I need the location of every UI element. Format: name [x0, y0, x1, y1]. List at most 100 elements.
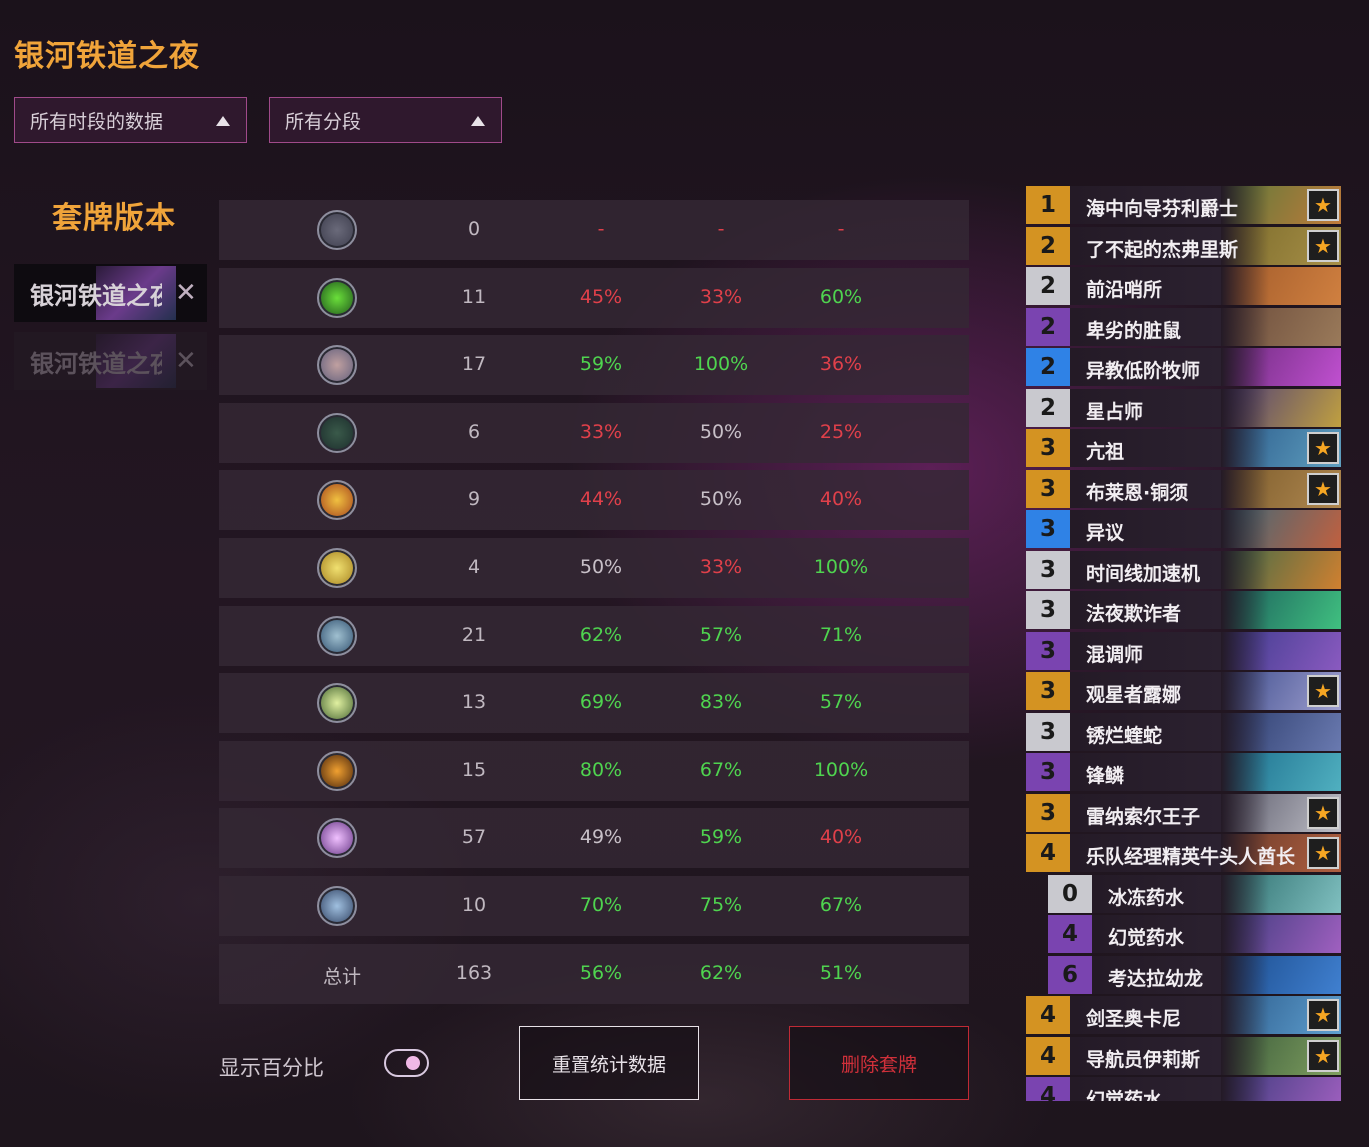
winrate-cell: 70%: [579, 894, 623, 916]
deck-card[interactable]: 0 冰冻药水: [1048, 875, 1341, 913]
card-body: 雷纳索尔王子 ★: [1070, 794, 1341, 832]
deck-card[interactable]: 3 布莱恩·铜须 ★: [1026, 470, 1341, 508]
card-name: 星占师: [1086, 401, 1144, 423]
table-row: 57 49% 59% 40%: [219, 808, 969, 868]
deck-card[interactable]: 3 锈烂蝰蛇: [1026, 713, 1341, 751]
deck-card[interactable]: 4 幻觉药水: [1026, 1077, 1341, 1101]
games-count: 21: [461, 624, 487, 646]
deck-card[interactable]: 3 观星者露娜 ★: [1026, 672, 1341, 710]
deck-card[interactable]: 3 亢祖 ★: [1026, 429, 1341, 467]
deck-card[interactable]: 3 锋鳞: [1026, 753, 1341, 791]
card-art: [1221, 510, 1341, 548]
star-icon: ★: [1307, 837, 1339, 869]
total-games-count: 163: [455, 962, 493, 984]
card-cost: 2: [1026, 227, 1070, 265]
rank-filter-dropdown[interactable]: 所有分段: [269, 97, 502, 143]
deck-card[interactable]: 1 海中向导芬利爵士 ★: [1026, 186, 1341, 224]
deck-card[interactable]: 3 时间线加速机: [1026, 551, 1341, 589]
card-art: [1221, 551, 1341, 589]
winrate-cell: -: [717, 218, 725, 240]
card-body: 布莱恩·铜须 ★: [1070, 470, 1341, 508]
card-body: 了不起的杰弗里斯 ★: [1070, 227, 1341, 265]
close-icon[interactable]: ✕: [175, 346, 197, 376]
card-art: [1221, 713, 1341, 751]
card-art: [1221, 389, 1341, 427]
deck-card[interactable]: 2 卑劣的脏鼠: [1026, 308, 1341, 346]
death-knight-class-icon: [317, 616, 357, 656]
deck-card[interactable]: 4 剑圣奥卡尼 ★: [1026, 996, 1341, 1034]
winrate-cell: 83%: [699, 691, 743, 713]
paladin-class-icon: [317, 548, 357, 588]
card-cost: 3: [1026, 672, 1070, 710]
winrate-cell: 45%: [579, 286, 623, 308]
card-name: 乐队经理精英牛头人酋长: [1086, 846, 1296, 868]
deck-card[interactable]: 3 异议: [1026, 510, 1341, 548]
card-body: 海中向导芬利爵士 ★: [1070, 186, 1341, 224]
card-art: [1221, 915, 1341, 953]
winrate-cell: -: [837, 218, 845, 240]
deck-card[interactable]: 2 星占师: [1026, 389, 1341, 427]
games-count: 57: [461, 826, 487, 848]
total-winrate-cell: 56%: [579, 962, 623, 984]
deck-card[interactable]: 4 乐队经理精英牛头人酋长 ★: [1026, 834, 1341, 872]
toggle-knob: [406, 1056, 420, 1070]
card-name: 时间线加速机: [1086, 563, 1201, 585]
deck-card[interactable]: 4 导航员伊莉斯 ★: [1026, 1037, 1341, 1075]
card-cost: 2: [1026, 348, 1070, 386]
winrate-cell: 100%: [813, 556, 869, 578]
card-name: 雷纳索尔王子: [1086, 806, 1201, 828]
card-cost: 3: [1026, 429, 1070, 467]
deck-card[interactable]: 4 幻觉药水: [1048, 915, 1341, 953]
games-count: 15: [461, 759, 487, 781]
games-count: 13: [461, 691, 487, 713]
warrior-class-icon: [317, 886, 357, 926]
card-art: [1221, 956, 1341, 994]
card-name: 了不起的杰弗里斯: [1086, 239, 1239, 261]
deck-card[interactable]: 2 异教低阶牧师: [1026, 348, 1341, 386]
delete-deck-button[interactable]: 删除套牌: [789, 1026, 969, 1100]
card-body: 异议: [1070, 510, 1341, 548]
reset-stats-button[interactable]: 重置统计数据: [519, 1026, 699, 1100]
card-name: 亢祖: [1086, 441, 1125, 463]
card-body: 前沿哨所: [1070, 267, 1341, 305]
period-filter-dropdown[interactable]: 所有时段的数据: [14, 97, 247, 143]
caret-up-icon: [471, 116, 485, 126]
card-name: 观星者露娜: [1086, 684, 1182, 706]
games-count: 9: [467, 488, 481, 510]
card-cost: 3: [1026, 753, 1070, 791]
deck-card[interactable]: 3 混调师: [1026, 632, 1341, 670]
deck-version-item[interactable]: 银河铁道之夜 ✕: [14, 264, 207, 322]
card-cost: 3: [1026, 632, 1070, 670]
card-body: 观星者露娜 ★: [1070, 672, 1341, 710]
card-cost: 2: [1026, 389, 1070, 427]
star-icon: ★: [1307, 189, 1339, 221]
games-count: 0: [467, 218, 481, 240]
caret-up-icon: [216, 116, 230, 126]
card-cost: 4: [1026, 834, 1070, 872]
card-body: 时间线加速机: [1070, 551, 1341, 589]
deck-card[interactable]: 6 考达拉幼龙: [1048, 956, 1341, 994]
card-name: 异教低阶牧师: [1086, 360, 1201, 382]
table-row: 13 69% 83% 57%: [219, 673, 969, 733]
deck-version-item[interactable]: 银河铁道之夜 ✕: [14, 332, 207, 390]
deck-card[interactable]: 2 了不起的杰弗里斯 ★: [1026, 227, 1341, 265]
deck-card[interactable]: 3 法夜欺诈者: [1026, 591, 1341, 629]
deck-card[interactable]: 3 雷纳索尔王子 ★: [1026, 794, 1341, 832]
hunter-class-icon: [317, 413, 357, 453]
winrate-cell: 57%: [699, 624, 743, 646]
winrate-cell: 69%: [579, 691, 623, 713]
deck-card[interactable]: 2 前沿哨所: [1026, 267, 1341, 305]
card-cost: 2: [1026, 267, 1070, 305]
card-body: 剑圣奥卡尼 ★: [1070, 996, 1341, 1034]
winrate-cell: 71%: [819, 624, 863, 646]
table-row: 15 80% 67% 100%: [219, 741, 969, 801]
winrate-cell: 80%: [579, 759, 623, 781]
card-name: 法夜欺诈者: [1086, 603, 1182, 625]
star-icon: ★: [1307, 1040, 1339, 1072]
deck-version-label: 银河铁道之夜: [30, 349, 162, 378]
table-row: 6 33% 50% 25%: [219, 403, 969, 463]
winrate-cell: 60%: [819, 286, 863, 308]
close-icon[interactable]: ✕: [175, 278, 197, 308]
card-cost: 0: [1048, 875, 1092, 913]
show-percent-toggle[interactable]: [384, 1049, 429, 1077]
